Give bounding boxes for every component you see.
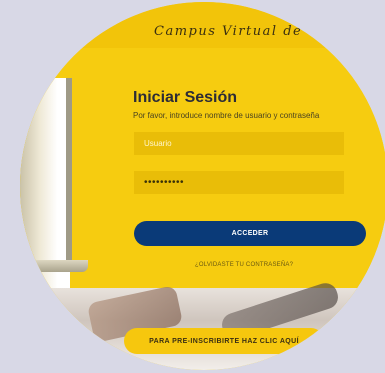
forgot-password-link[interactable]: ¿OLVIDASTE TU CONTRASEÑA?	[195, 262, 293, 268]
laptop-screen-image	[20, 78, 70, 288]
login-panel	[20, 48, 385, 288]
login-button[interactable]: ACCEDER	[134, 221, 366, 246]
laptop-base	[20, 260, 88, 272]
circular-screenshot-frame: Campus Virtual de Iniciar Sesión Por fav…	[20, 2, 385, 370]
laptop-bezel	[66, 78, 72, 268]
password-input[interactable]	[134, 171, 344, 194]
username-input[interactable]	[134, 132, 344, 155]
login-subtitle: Por favor, introduce nombre de usuario y…	[133, 111, 320, 120]
preregister-button[interactable]: PARA PRE-INSCRIBIRTE HAZ CLIC AQUÍ	[124, 328, 324, 354]
header-banner: Campus Virtual de	[20, 2, 385, 48]
banner-title: Campus Virtual de	[154, 24, 303, 39]
login-title: Iniciar Sesión	[133, 89, 238, 106]
